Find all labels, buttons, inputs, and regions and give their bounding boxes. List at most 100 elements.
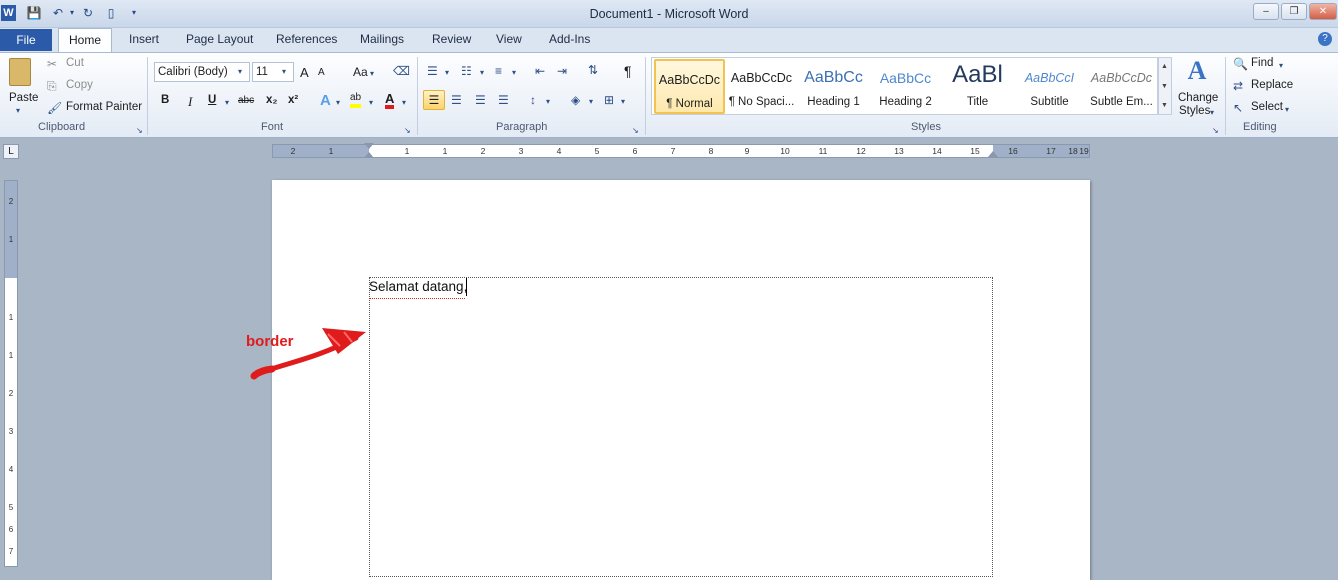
find-icon[interactable]: 🔍 (1233, 57, 1248, 71)
style-subtitle[interactable]: AaBbCcI Subtitle (1014, 59, 1085, 114)
shading-icon[interactable]: ◈ (571, 93, 580, 107)
strikethrough-button[interactable]: abc (238, 95, 254, 106)
underline-dropdown-icon[interactable]: ▾ (225, 96, 229, 110)
font-size-dropdown-icon[interactable]: ▾ (282, 65, 286, 79)
format-painter-button[interactable]: Format Painter (66, 101, 142, 113)
align-right-icon[interactable]: ☰ (475, 93, 486, 107)
subscript-button[interactable]: x₂ (266, 94, 278, 106)
tab-file[interactable]: File (0, 29, 52, 51)
bullets-icon[interactable]: ☰ (427, 64, 438, 78)
tab-review[interactable]: Review (432, 32, 471, 46)
styles-launcher-icon[interactable]: ↘ (1212, 124, 1219, 138)
tab-view[interactable]: View (496, 32, 522, 46)
font-name-combo[interactable]: Calibri (Body) (154, 62, 250, 82)
document-text[interactable]: Selamat datang, (369, 279, 467, 294)
more-styles-icon[interactable]: ▼ (1161, 99, 1168, 113)
align-left-button[interactable]: ☰ (423, 90, 445, 110)
scroll-up-icon[interactable]: ▲ (1161, 60, 1168, 74)
clear-formatting-icon[interactable]: ⌫ (393, 64, 410, 78)
find-button[interactable]: Find (1251, 57, 1273, 69)
style-heading-2[interactable]: AaBbCc Heading 2 (870, 59, 941, 114)
minimize-button[interactable]: – (1253, 3, 1279, 20)
style-title[interactable]: AaBl Title (942, 59, 1013, 114)
sort-icon[interactable]: ⇅ (588, 63, 598, 77)
multilevel-dropdown-icon[interactable]: ▾ (512, 66, 516, 80)
grow-font-button[interactable]: A (300, 65, 309, 80)
first-line-indent-marker[interactable] (364, 143, 374, 149)
show-formatting-marks-button[interactable]: ¶ (624, 63, 632, 79)
italic-button[interactable]: I (188, 94, 192, 110)
change-styles-dropdown-icon[interactable]: ▾ (1210, 106, 1214, 120)
ruler-tick: 13 (894, 146, 904, 156)
align-center-icon[interactable]: ☰ (451, 93, 462, 107)
close-button[interactable]: ✕ (1309, 3, 1337, 20)
style-subtle-emphasis[interactable]: AaBbCcDc Subtle Em... (1086, 59, 1157, 114)
select-dropdown-icon[interactable]: ▾ (1285, 103, 1289, 117)
multilevel-list-icon[interactable]: ≡ (495, 64, 502, 78)
borders-dropdown-icon[interactable]: ▾ (621, 95, 625, 109)
line-spacing-dropdown-icon[interactable]: ▾ (546, 95, 550, 109)
bold-button[interactable]: B (161, 94, 169, 106)
vertical-ruler[interactable]: 2 1 1 1 2 3 4 5 6 7 (4, 180, 18, 567)
change-styles-icon[interactable]: A (1183, 56, 1211, 86)
find-dropdown-icon[interactable]: ▾ (1279, 59, 1283, 73)
horizontal-ruler[interactable]: 2 1 1 1 2 3 4 5 6 7 8 9 10 11 12 13 14 1… (272, 143, 1090, 158)
paste-dropdown-icon[interactable]: ▾ (16, 104, 20, 118)
change-case-button[interactable]: Aa (353, 65, 368, 79)
hanging-indent-marker[interactable] (364, 152, 374, 158)
style-no-spacing[interactable]: AaBbCcDc ¶ No Spaci... (726, 59, 797, 114)
change-case-dropdown-icon[interactable]: ▾ (370, 67, 374, 81)
tab-home[interactable]: Home (58, 28, 112, 53)
select-icon[interactable]: ↖ (1233, 101, 1243, 115)
font-launcher-icon[interactable]: ↘ (404, 124, 411, 138)
tab-mailings[interactable]: Mailings (360, 32, 404, 46)
scroll-down-icon[interactable]: ▼ (1161, 80, 1168, 94)
numbering-icon[interactable]: ☷ (461, 64, 472, 78)
bullets-dropdown-icon[interactable]: ▾ (445, 66, 449, 80)
superscript-button[interactable]: x² (288, 94, 298, 106)
ruler-tick: 5 (594, 146, 600, 156)
highlight-button[interactable]: ab (350, 92, 362, 108)
borders-icon[interactable]: ⊞ (604, 93, 614, 107)
help-icon[interactable]: ? (1318, 32, 1332, 46)
copy-button[interactable]: Copy (66, 79, 93, 91)
line-spacing-icon[interactable]: ↕ (530, 93, 536, 107)
replace-button[interactable]: Replace (1251, 79, 1293, 91)
change-styles-label[interactable]: Change (1178, 92, 1218, 104)
justify-icon[interactable]: ☰ (498, 93, 509, 107)
copy-icon[interactable]: ⎘ (47, 79, 57, 93)
highlight-dropdown-icon[interactable]: ▾ (369, 96, 373, 110)
tab-stop-selector[interactable]: L (3, 144, 19, 159)
select-button[interactable]: Select (1251, 101, 1283, 113)
tab-insert[interactable]: Insert (129, 32, 159, 46)
font-name-dropdown-icon[interactable]: ▾ (238, 65, 242, 79)
paste-icon[interactable] (9, 58, 31, 86)
style-heading-1[interactable]: AaBbCc Heading 1 (798, 59, 869, 114)
tab-add-ins[interactable]: Add-Ins (549, 32, 590, 46)
underline-button[interactable]: U (208, 94, 216, 106)
restore-button[interactable]: ❐ (1281, 3, 1307, 20)
decrease-indent-icon[interactable]: ⇤ (535, 64, 545, 78)
cut-button[interactable]: Cut (66, 57, 84, 69)
font-size-combo[interactable]: 11 (252, 62, 294, 82)
shrink-font-button[interactable]: A (318, 67, 325, 78)
font-color-button[interactable]: A (385, 92, 395, 109)
cut-icon[interactable]: ✂ (47, 57, 57, 71)
text-effects-button[interactable]: A (320, 92, 331, 109)
styles-gallery-scroll[interactable]: ▲ ▼ ▼ (1158, 57, 1172, 115)
change-styles-label-2[interactable]: Styles (1179, 105, 1210, 117)
paste-button[interactable]: Paste (9, 92, 38, 104)
tab-page-layout[interactable]: Page Layout (186, 32, 253, 46)
replace-icon[interactable]: ⇄ (1233, 79, 1243, 93)
text-effects-dropdown-icon[interactable]: ▾ (336, 96, 340, 110)
increase-indent-icon[interactable]: ⇥ (557, 64, 567, 78)
paragraph-launcher-icon[interactable]: ↘ (632, 124, 639, 138)
clipboard-launcher-icon[interactable]: ↘ (136, 124, 143, 138)
tab-references[interactable]: References (276, 32, 337, 46)
shading-dropdown-icon[interactable]: ▾ (589, 95, 593, 109)
style-normal[interactable]: AaBbCcDc ¶ Normal (654, 59, 725, 114)
format-painter-icon[interactable]: 🖌 (47, 101, 62, 115)
right-indent-marker[interactable] (988, 151, 998, 157)
font-color-dropdown-icon[interactable]: ▾ (402, 96, 406, 110)
numbering-dropdown-icon[interactable]: ▾ (480, 66, 484, 80)
